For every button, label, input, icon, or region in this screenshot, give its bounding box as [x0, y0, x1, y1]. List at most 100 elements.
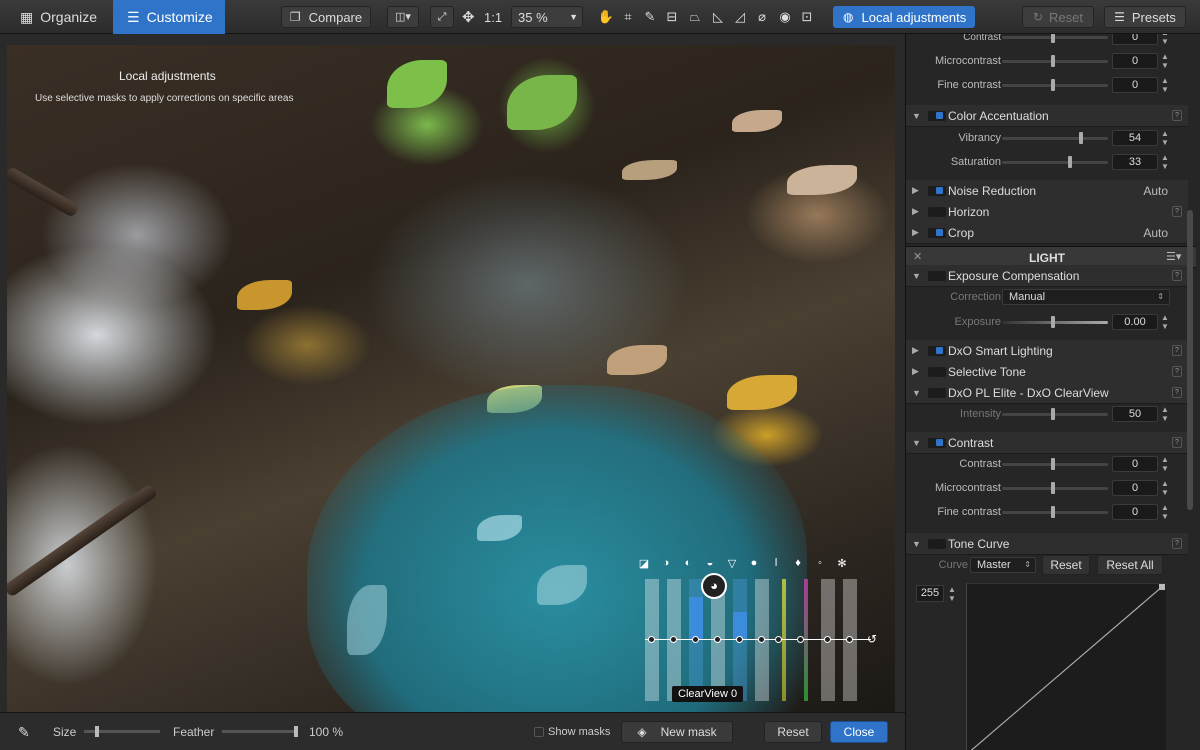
eq-handle[interactable] — [758, 636, 765, 643]
stepper-icon[interactable]: ▲▼ — [1161, 503, 1169, 521]
clearview-header[interactable]: ▼ DxO PL Elite - DxO ClearView ? — [906, 382, 1188, 404]
mask-reset-button[interactable]: Reset — [764, 721, 822, 743]
show-masks-checkbox[interactable]: Show masks — [534, 713, 610, 750]
palette-menu-icon[interactable]: ☰▾ — [1166, 250, 1181, 263]
new-mask-button[interactable]: ◈ New mask — [621, 721, 733, 743]
contrast-thumb[interactable] — [1051, 458, 1055, 470]
exposure-value[interactable]: 0.00 — [1112, 314, 1158, 330]
reset-button[interactable]: ↻ Reset — [1022, 6, 1094, 28]
sharpness-icon[interactable]: ◦ — [813, 557, 827, 571]
saturation-icon[interactable]: ● — [747, 557, 761, 571]
expand-right-icon[interactable]: ▶ — [912, 366, 919, 377]
expand-down-icon[interactable]: ▼ — [912, 271, 921, 281]
exposure-slider[interactable] — [1002, 321, 1108, 324]
expand-down-icon[interactable]: ▼ — [912, 539, 921, 549]
saturation-thumb[interactable] — [1068, 156, 1072, 168]
eq-handle[interactable] — [775, 636, 782, 643]
microcontrast-thumb[interactable] — [1051, 55, 1055, 67]
stepper-icon[interactable]: ▲▼ — [1161, 479, 1169, 497]
intensity-slider[interactable] — [1002, 413, 1108, 416]
feather-slider-thumb[interactable] — [294, 726, 298, 737]
grid-overlay-icon[interactable]: ⊡ — [798, 9, 816, 25]
image-viewer[interactable]: Local adjustments Use selective masks to… — [0, 34, 905, 736]
stepper-icon[interactable]: ▲▼ — [948, 585, 956, 603]
stepper-icon[interactable]: ▲▼ — [1161, 313, 1169, 331]
horizon-icon[interactable]: ⊟ — [663, 9, 681, 25]
local-adjustments-button[interactable]: ◍ Local adjustments — [833, 6, 975, 28]
exposure-header[interactable]: ▼ Exposure Compensation ? — [906, 265, 1188, 287]
eq-handle[interactable] — [736, 636, 743, 643]
contrast-value[interactable]: 0 — [1112, 34, 1158, 45]
exposure-thumb[interactable] — [1051, 316, 1055, 328]
tone-curve-header[interactable]: ▼ Tone Curve ? — [906, 533, 1188, 555]
contrast-header[interactable]: ▼ Contrast ? — [906, 432, 1188, 454]
organize-tab[interactable]: ▦ Organize — [0, 0, 110, 34]
fine-contrast-slider[interactable] — [1002, 84, 1108, 87]
panel-scrollbar[interactable] — [1187, 210, 1193, 510]
expand-down-icon[interactable]: ▼ — [912, 438, 921, 448]
contrast-thumb[interactable] — [1051, 34, 1055, 43]
toggle-icon[interactable] — [928, 388, 946, 398]
perspective-icon[interactable]: ⏢ — [686, 9, 704, 25]
drop-icon[interactable]: ♦ — [791, 557, 805, 571]
fine-contrast-value[interactable]: 0 — [1112, 504, 1158, 520]
microcontrast-thumb[interactable] — [1051, 482, 1055, 494]
size-slider-thumb[interactable] — [95, 726, 99, 737]
help-icon[interactable]: ? — [1172, 110, 1182, 121]
intensity-value[interactable]: 50 — [1112, 406, 1158, 422]
stepper-icon[interactable]: ▲▼ — [1161, 455, 1169, 473]
clearview-icon[interactable]: ◒ — [703, 557, 717, 571]
fine-contrast-thumb[interactable] — [1051, 506, 1055, 518]
toggle-icon[interactable] — [928, 539, 946, 549]
help-icon[interactable]: ? — [1172, 270, 1182, 281]
stepper-icon[interactable]: ▲▼ — [1161, 34, 1169, 46]
saturation-slider[interactable] — [1002, 161, 1108, 164]
curve-point[interactable] — [1159, 584, 1165, 590]
temperature-icon[interactable]: ǀ — [769, 557, 783, 571]
photo-canvas[interactable]: Local adjustments Use selective masks to… — [7, 45, 895, 736]
customize-tab[interactable]: ☰ Customize — [113, 0, 225, 34]
intensity-thumb[interactable] — [1051, 408, 1055, 420]
fine-contrast-value[interactable]: 0 — [1112, 77, 1158, 93]
toggle-icon[interactable] — [928, 346, 946, 356]
contrast-slider[interactable] — [1002, 36, 1108, 39]
stepper-icon[interactable]: ▲▼ — [1161, 76, 1169, 94]
eq-bar-temperature[interactable] — [782, 579, 786, 701]
toggle-icon[interactable] — [928, 271, 946, 281]
settings-wheel-icon[interactable]: ✻ — [835, 557, 849, 571]
eq-handle[interactable] — [692, 636, 699, 643]
microcontrast-slider[interactable] — [1002, 60, 1108, 63]
eye-icon[interactable]: ◉ — [776, 9, 794, 25]
saturation-value[interactable]: 33 — [1112, 154, 1158, 170]
microcontrast-slider[interactable] — [1002, 487, 1108, 490]
repair-icon[interactable]: ⌀ — [753, 9, 771, 25]
smart-lighting-header[interactable]: ▶ DxO Smart Lighting ? — [906, 340, 1188, 362]
eq-handle[interactable] — [670, 636, 677, 643]
contrast-slider[interactable] — [1002, 463, 1108, 466]
stepper-icon[interactable]: ▲▼ — [1161, 405, 1169, 423]
stepper-icon[interactable]: ▲▼ — [1161, 52, 1169, 70]
curve-reset-button[interactable]: Reset — [1042, 555, 1090, 575]
checkbox-box[interactable] — [534, 727, 544, 737]
zoom-select[interactable]: 35 % ▼ — [511, 6, 583, 28]
expand-right-icon[interactable]: ▶ — [912, 185, 919, 196]
expand-down-icon[interactable]: ▼ — [912, 111, 921, 121]
split-view-button[interactable]: ◫▾ — [387, 6, 419, 28]
distortion-icon[interactable]: ◺ — [709, 9, 727, 25]
eq-handle[interactable] — [824, 636, 831, 643]
help-icon[interactable]: ? — [1172, 387, 1182, 398]
expand-right-icon[interactable]: ▶ — [912, 227, 919, 238]
curve-select[interactable]: Master ⇕ — [970, 557, 1036, 573]
help-icon[interactable]: ? — [1172, 366, 1182, 377]
horizon-header[interactable]: ▶ Horizon ? — [906, 201, 1188, 223]
help-icon[interactable]: ? — [1172, 206, 1182, 217]
toggle-icon[interactable] — [928, 438, 946, 448]
expand-right-icon[interactable]: ▶ — [912, 206, 919, 217]
contrast-icon[interactable]: ◑ — [659, 557, 673, 571]
contrast-value[interactable]: 0 — [1112, 456, 1158, 472]
microcontrast-icon[interactable]: ◐ — [681, 557, 695, 571]
eyedropper-icon[interactable]: ✎ — [641, 9, 659, 25]
microcontrast-value[interactable]: 0 — [1112, 480, 1158, 496]
fit-button[interactable]: ⤢ — [430, 6, 454, 28]
clearview-knob[interactable]: ◕ — [701, 573, 727, 599]
